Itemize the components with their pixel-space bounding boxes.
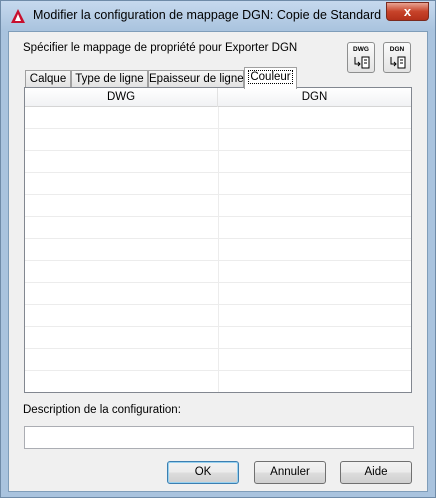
column-header-dwg[interactable]: DWG [25,88,218,107]
help-button[interactable]: Aide [340,461,412,484]
close-button[interactable]: x [386,2,429,21]
tab-label: Couleur [248,70,293,84]
tab-calque[interactable]: Calque [25,70,71,88]
column-divider [218,107,219,392]
table-header: DWG DGN [25,88,411,107]
title-bar[interactable]: Modifier la configuration de mappage DGN… [1,1,435,31]
column-header-dgn[interactable]: DGN [218,88,411,107]
tab-label: Calque [29,73,67,85]
import-button-label: DWG [353,46,369,53]
tab-label: Type de ligne [75,73,144,85]
mapping-prompt: Spécifier le mappage de propriété pour E… [23,42,298,54]
import-dwg-button[interactable]: DWG [347,42,375,73]
ok-button[interactable]: OK [167,461,239,484]
autocad-logo-icon [11,9,25,23]
tab-type-de-ligne[interactable]: Type de ligne [71,70,148,88]
description-field[interactable] [24,426,414,449]
dwg-import-icon [354,56,370,69]
export-button-label: DGN [389,46,405,53]
dialog-window: Modifier la configuration de mappage DGN… [0,0,436,498]
window-title: Modifier la configuration de mappage DGN… [33,8,382,22]
description-label: Description de la configuration: [23,404,181,416]
dialog-client-area: Spécifier le mappage de propriété pour E… [8,31,428,492]
dgn-export-icon [390,56,406,69]
color-mapping-table[interactable]: DWG DGN [24,87,412,393]
cancel-button[interactable]: Annuler [254,461,326,484]
tab-epaisseur-de-ligne[interactable]: Epaisseur de ligne [148,70,244,88]
export-dgn-button[interactable]: DGN [383,42,411,73]
tab-label: Epaisseur de ligne [149,73,244,85]
tab-couleur[interactable]: Couleur [244,67,297,89]
